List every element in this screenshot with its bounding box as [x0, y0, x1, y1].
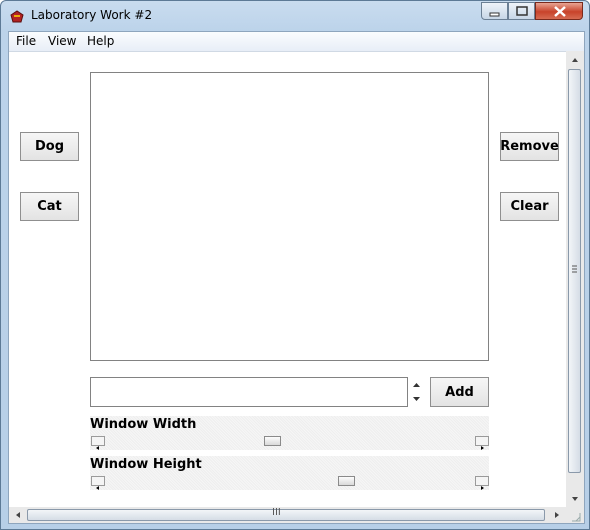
maximize-icon	[516, 6, 528, 16]
grip-glyph: III	[272, 507, 281, 518]
left-arrow-icon	[96, 486, 99, 490]
clear-button[interactable]: Clear	[500, 192, 559, 221]
window-height-label: Window Height	[90, 457, 202, 472]
scroll-right-icon[interactable]	[551, 507, 563, 523]
animal-listbox[interactable]	[90, 72, 489, 361]
menu-view[interactable]: View	[48, 34, 76, 48]
client-area: File View Help Dog Cat Remove Clear Add …	[8, 31, 585, 524]
add-button[interactable]: Add	[430, 377, 489, 407]
horizontal-scrollbar[interactable]: III	[9, 507, 566, 523]
scroll-up-icon[interactable]	[566, 54, 584, 66]
animal-text-input[interactable]	[90, 377, 408, 407]
close-button[interactable]	[535, 2, 583, 20]
window-title: Laboratory Work #2	[31, 8, 153, 22]
vertical-scrollbar[interactable]	[566, 51, 584, 509]
width-slider-left-arrow[interactable]	[91, 436, 105, 450]
remove-button[interactable]: Remove	[500, 132, 559, 161]
app-icon	[10, 10, 24, 23]
cat-button[interactable]: Cat	[20, 192, 79, 221]
size-grip[interactable]	[566, 507, 584, 523]
grip-icon	[572, 265, 577, 273]
window-width-label: Window Width	[90, 417, 197, 432]
close-icon	[554, 6, 566, 17]
height-slider-right-arrow[interactable]	[475, 476, 489, 490]
main-window: Laboratory Work #2 File View Help Dog Ca…	[0, 0, 590, 530]
width-slider-thumb[interactable]	[264, 436, 281, 446]
minimize-icon	[489, 12, 500, 17]
spinner[interactable]	[408, 377, 425, 407]
maximize-button[interactable]	[508, 2, 535, 20]
height-slider-thumb[interactable]	[338, 476, 355, 486]
width-slider-right-arrow[interactable]	[475, 436, 489, 450]
size-grip-icon	[572, 513, 581, 522]
scroll-left-icon[interactable]	[12, 507, 24, 523]
menu-bar: File View Help	[9, 32, 584, 52]
menu-help[interactable]: Help	[87, 34, 114, 48]
title-bar[interactable]: Laboratory Work #2	[1, 1, 589, 31]
minimize-button[interactable]	[481, 2, 508, 20]
scroll-down-icon[interactable]	[566, 493, 584, 505]
spinner-arrows-icon[interactable]	[408, 377, 425, 407]
left-arrow-icon	[96, 446, 99, 450]
right-arrow-icon	[481, 486, 484, 490]
menu-file[interactable]: File	[16, 34, 36, 48]
height-slider-left-arrow[interactable]	[91, 476, 105, 490]
vertical-scroll-thumb[interactable]	[568, 69, 581, 473]
horizontal-scroll-thumb[interactable]: III	[27, 507, 545, 521]
dog-button[interactable]: Dog	[20, 132, 79, 161]
right-arrow-icon	[481, 446, 484, 450]
